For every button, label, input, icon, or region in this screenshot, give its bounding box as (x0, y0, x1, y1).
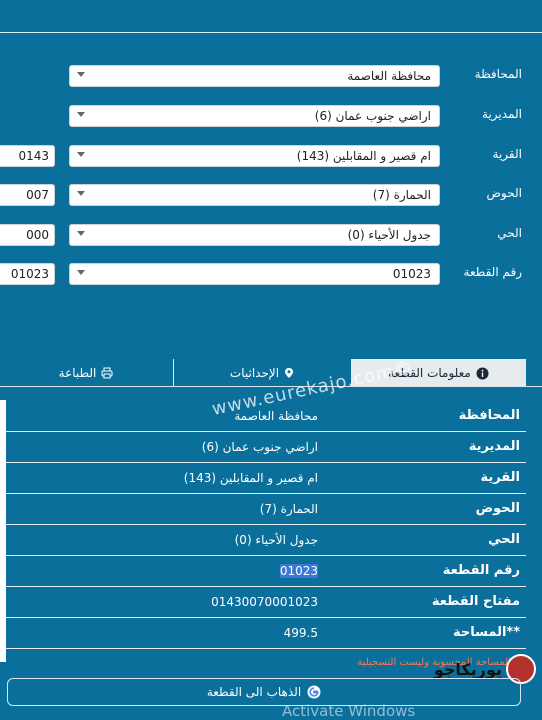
governorate-select[interactable]: محافظة العاصمة (69, 65, 440, 87)
parcel-value: 01023 (392, 267, 431, 281)
basin-label: الحوض (486, 186, 522, 200)
village-label: القرية (492, 147, 522, 161)
neighborhood-value: جدول الأحياء (0) (347, 228, 431, 242)
parcel-code-field[interactable]: 01023 (0, 263, 55, 285)
table-row: مفتاح القطعة 01430070001023 (6, 587, 526, 618)
logo-text: يوريكاجو (433, 659, 502, 679)
location-pin-icon (285, 368, 294, 378)
printer-icon (101, 367, 113, 379)
basin-value: الحمارة (7) (372, 188, 431, 202)
info-icon (476, 367, 489, 379)
governorate-value: محافظة العاصمة (347, 69, 431, 83)
table-row: الحي جدول الأحياء (0) (6, 525, 526, 556)
tab-coordinates-label: الإحداثيات (229, 366, 280, 380)
tab-print-label: الطباعة (58, 366, 97, 380)
village-code-field[interactable]: 0143 (0, 145, 55, 167)
basin-code-field[interactable]: 007 (0, 184, 55, 206)
detail-value-selected[interactable]: 01023 (279, 564, 318, 578)
tab-print[interactable]: الطباعة (0, 359, 172, 387)
detail-key: رقم القطعة (442, 563, 520, 578)
detail-key: القرية (480, 470, 520, 485)
neighborhood-code-field[interactable]: 000 (0, 224, 55, 246)
table-row: الحوض الحمارة (7) (6, 494, 526, 525)
activate-windows-overlay: Activate Windows (282, 702, 416, 720)
directorate-label: المديرية (482, 107, 522, 121)
neighborhood-label: الحي (497, 226, 522, 240)
detail-key: الحي (488, 532, 520, 547)
detail-key: المحافظة (458, 408, 520, 423)
directorate-select[interactable]: اراضي جنوب عمان (6) (69, 105, 440, 127)
detail-value: ام قصير و المقابلين (143) (183, 471, 318, 485)
detail-value: 499.5 (283, 626, 318, 640)
parcel-select[interactable]: 01023 (69, 263, 440, 285)
detail-key: الحوض (475, 501, 520, 516)
basin-select[interactable]: الحمارة (7) (69, 184, 440, 206)
chevron-down-icon (77, 270, 85, 275)
chevron-down-icon (77, 231, 85, 236)
chevron-down-icon (77, 152, 85, 157)
detail-key: المديرية (468, 439, 520, 454)
parcel-label: رقم القطعة (463, 265, 522, 279)
table-row: **المساحة 499.5 (6, 618, 526, 649)
detail-key: **المساحة (452, 625, 520, 640)
chevron-down-icon (77, 191, 85, 196)
tab-bar: الطباعة الإحداثيات معلومات القطعة (0, 359, 542, 387)
chevron-down-icon (77, 72, 85, 77)
detail-value: اراضي جنوب عمان (6) (201, 440, 318, 454)
detail-value: جدول الأحياء (0) (234, 533, 318, 547)
detail-key: مفتاح القطعة (431, 594, 520, 609)
table-row: القرية ام قصير و المقابلين (143) (6, 463, 526, 494)
detail-value: الحمارة (7) (259, 502, 318, 516)
google-icon (307, 685, 321, 699)
go-to-parcel-button[interactable]: الذهاب الى القطعة (7, 678, 521, 706)
go-to-parcel-label: الذهاب الى القطعة (206, 685, 302, 699)
directorate-value: اراضي جنوب عمان (6) (314, 109, 431, 123)
village-select[interactable]: ام قصير و المقابلين (143) (69, 145, 440, 167)
top-divider (0, 32, 542, 33)
governorate-label: المحافظة (474, 67, 522, 81)
detail-value: 01430070001023 (211, 595, 318, 609)
village-value: ام قصير و المقابلين (143) (296, 149, 431, 163)
table-row: المديرية اراضي جنوب عمان (6) (6, 432, 526, 463)
chevron-down-icon (77, 112, 85, 117)
table-row: رقم القطعة 01023 (6, 556, 526, 587)
neighborhood-select[interactable]: جدول الأحياء (0) (69, 224, 440, 246)
